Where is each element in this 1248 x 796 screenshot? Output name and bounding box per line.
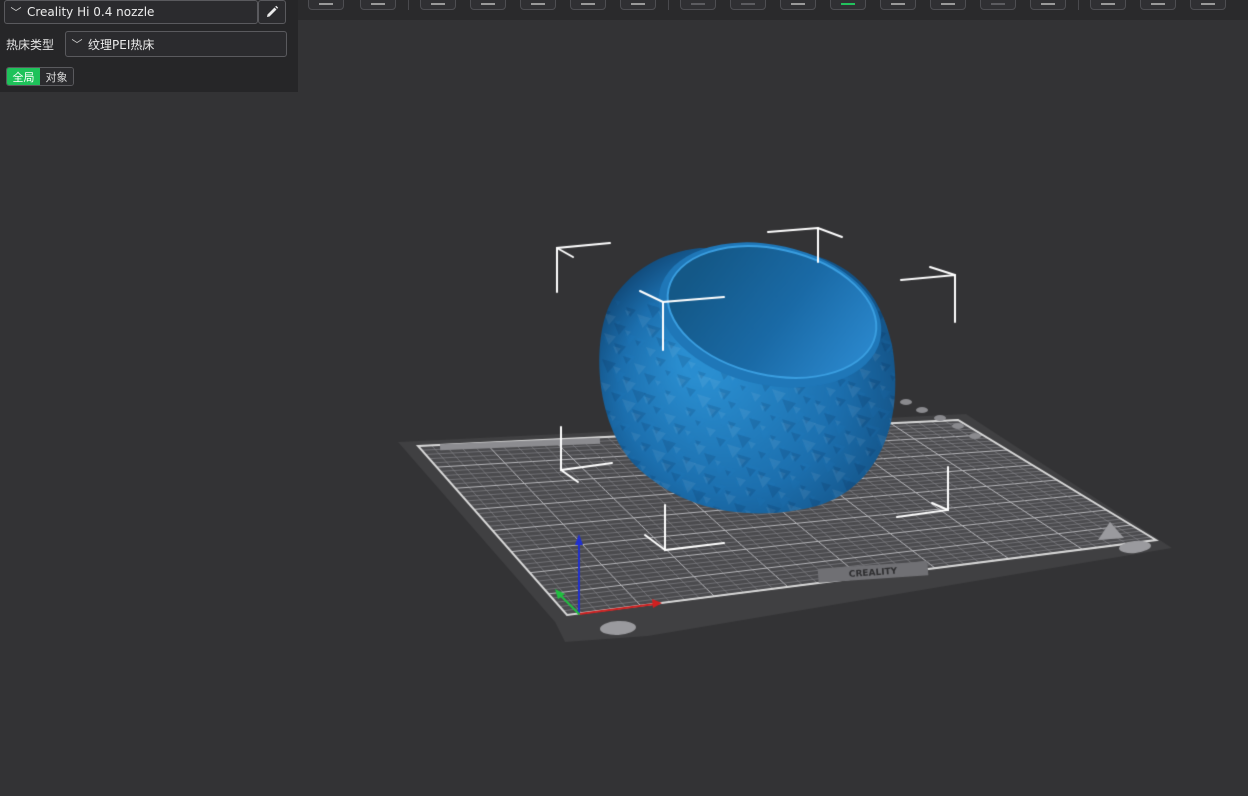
text-button[interactable] — [980, 0, 1016, 10]
mirror-button[interactable] — [730, 0, 766, 10]
printer-select[interactable]: ﹀ Creality Hi 0.4 nozzle — [4, 0, 258, 24]
toolbar-separator — [408, 0, 409, 10]
split-button[interactable] — [620, 0, 656, 10]
pencil-icon — [267, 5, 279, 17]
variable-layer-button[interactable] — [1030, 0, 1066, 10]
chevron-down-icon: ﹀ — [10, 6, 22, 19]
assembly-button[interactable] — [1190, 0, 1226, 10]
scope-object-button[interactable]: 对象 — [40, 68, 73, 85]
printer-select-value: Creality Hi 0.4 nozzle — [27, 5, 155, 19]
add-object-button[interactable] — [308, 0, 344, 10]
scope-toggle: 全局 对象 — [6, 67, 74, 86]
print-settings-panel: ﹀ Creality Hi 0.4 nozzle 热床类型 ﹀ 纹理PEI热床 … — [0, 0, 298, 92]
bed-type-select[interactable]: ﹀ 纹理PEI热床 — [65, 31, 287, 57]
plate-button[interactable] — [360, 0, 396, 10]
toolbar-separator — [668, 0, 669, 10]
measure-button[interactable] — [780, 0, 816, 10]
bed-type-value: 纹理PEI热床 — [88, 37, 155, 52]
paint-support-button[interactable] — [830, 0, 866, 10]
layout-button[interactable] — [570, 0, 606, 10]
chevron-down-icon: ﹀ — [71, 38, 83, 51]
copy-button[interactable] — [680, 0, 716, 10]
orient-button[interactable] — [420, 0, 456, 10]
scale-button[interactable] — [1090, 0, 1126, 10]
bed-type-label: 热床类型 — [6, 38, 55, 52]
edit-printer-button[interactable] — [258, 0, 286, 24]
slice-view-button[interactable] — [1140, 0, 1176, 10]
arrange-button[interactable] — [470, 0, 506, 10]
top-toolbar — [298, 0, 1248, 20]
3d-viewport[interactable] — [0, 0, 1248, 796]
scope-global-button[interactable]: 全局 — [7, 68, 40, 85]
auto-orient-button[interactable] — [520, 0, 556, 10]
cut-button[interactable] — [930, 0, 966, 10]
toolbar-separator — [1078, 0, 1079, 10]
seam-button[interactable] — [880, 0, 916, 10]
